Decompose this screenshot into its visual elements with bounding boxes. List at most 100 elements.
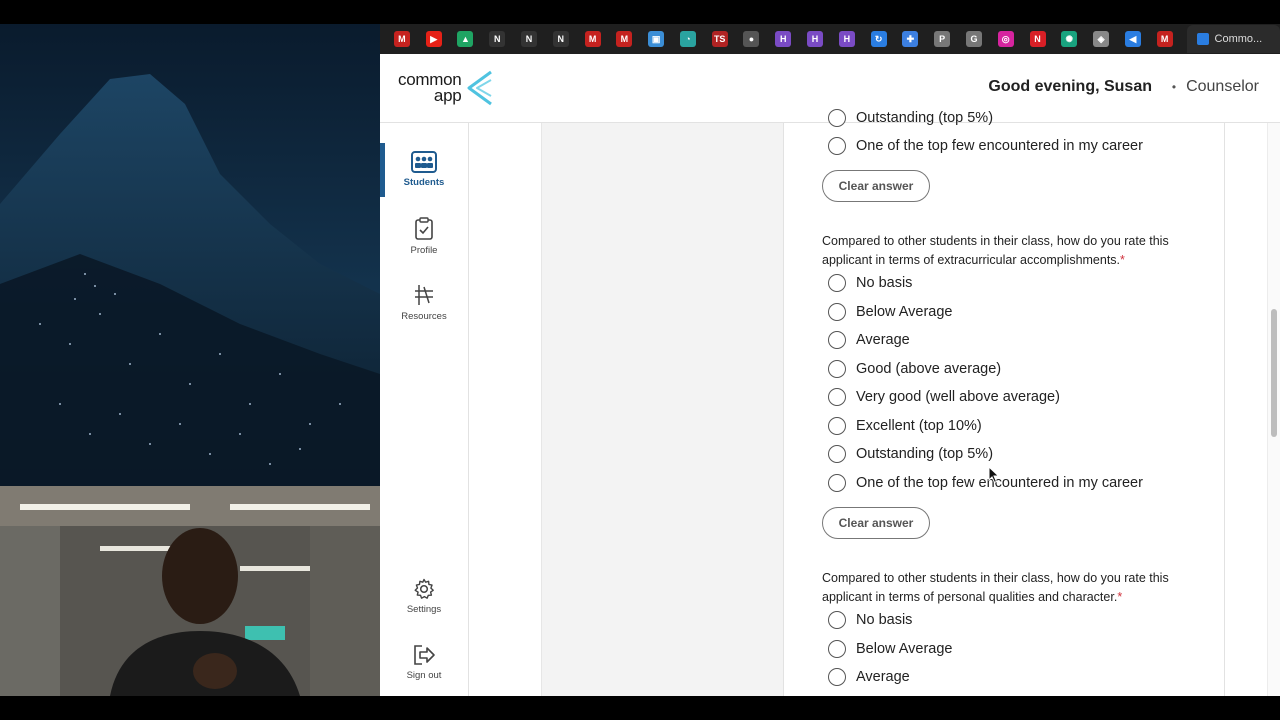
radio-button[interactable] xyxy=(828,359,846,378)
clear-answer-button[interactable]: Clear answer xyxy=(822,507,930,539)
bookmark-tab[interactable]: G xyxy=(958,24,990,54)
bookmark-tab[interactable]: ▶ xyxy=(418,24,450,54)
required-marker: * xyxy=(1120,253,1125,267)
radio-option[interactable]: One of the top few encountered in my car… xyxy=(828,473,1143,492)
app-icon: ◔ xyxy=(679,31,696,47)
bookmark-tab[interactable]: ✚ xyxy=(895,24,927,54)
netflix-icon: N xyxy=(1029,31,1046,47)
refresh-icon: ↻ xyxy=(870,31,887,47)
h-icon: H xyxy=(838,31,855,47)
option-label: Very good (well above average) xyxy=(856,389,1060,405)
bookmark-tab[interactable]: ✺ xyxy=(1053,24,1085,54)
notion-icon: N xyxy=(521,31,538,47)
bookmark-tab[interactable]: M xyxy=(386,24,418,54)
bookmark-tab[interactable]: ◀ xyxy=(1117,24,1149,54)
radio-option[interactable]: Average xyxy=(828,668,910,686)
radio-option[interactable]: Outstanding (top 5%) xyxy=(828,445,993,463)
bookmark-tab[interactable]: N xyxy=(545,24,577,54)
browser-window: M ▶ ▲ N N N M M ▣ ◔ TS ● H H H ↻ ✚ P G ◎ N ✺ ◈ ◀ M Commo... commo… xyxy=(380,24,1280,696)
bookmark-tab[interactable]: N xyxy=(513,24,545,54)
nav-profile[interactable]: Profile xyxy=(380,217,468,256)
logo-mark-icon xyxy=(467,70,493,106)
commonapp-icon: ◀ xyxy=(1124,31,1141,47)
radio-button[interactable] xyxy=(828,445,846,463)
drive-icon: ▲ xyxy=(457,31,474,47)
gmail-icon: M xyxy=(1156,31,1173,47)
radio-option[interactable]: Very good (well above average) xyxy=(828,388,1060,406)
nav-signout[interactable]: Sign out xyxy=(380,644,468,681)
resources-icon xyxy=(415,285,433,305)
bookmark-tab[interactable]: ◔ xyxy=(672,24,704,54)
nav-resources[interactable]: Resources xyxy=(380,283,468,322)
side-navigation: Students Profile Resources Settings Sign… xyxy=(380,123,469,696)
bookmark-tab[interactable]: ▲ xyxy=(450,24,482,54)
radio-option[interactable]: Below Average xyxy=(828,302,952,321)
instagram-icon: ◎ xyxy=(997,31,1014,47)
mouse-cursor-icon xyxy=(988,466,1000,484)
nav-settings-label: Settings xyxy=(406,604,442,615)
clear-answer-button[interactable]: Clear answer xyxy=(822,170,930,202)
radio-button[interactable] xyxy=(828,137,846,155)
ts-icon: TS xyxy=(711,31,728,47)
bookmark-tab[interactable]: H xyxy=(831,24,863,54)
question-personal-qualities: Compared to other students in their clas… xyxy=(822,569,1202,607)
bookmark-tab[interactable]: M xyxy=(608,24,640,54)
vertical-scrollbar[interactable] xyxy=(1267,123,1280,696)
nav-settings[interactable]: Settings xyxy=(380,578,468,615)
radio-option[interactable]: Average xyxy=(828,331,910,349)
bookmark-tab[interactable]: P xyxy=(926,24,958,54)
nav-students[interactable]: Students xyxy=(380,151,468,188)
screen: M ▶ ▲ N N N M M ▣ ◔ TS ● H H H ↻ ✚ P G ◎ N ✺ ◈ ◀ M Commo... commo… xyxy=(0,0,1280,720)
radio-option[interactable]: Excellent (top 10%) xyxy=(828,416,982,435)
radio-button[interactable] xyxy=(828,274,846,292)
h-icon: H xyxy=(807,31,824,47)
radio-button[interactable] xyxy=(828,109,846,127)
radio-option[interactable]: No basis xyxy=(828,611,912,629)
radio-option-top-few[interactable]: One of the top few encountered in my car… xyxy=(828,137,1143,155)
plus-icon: ✚ xyxy=(902,31,919,47)
option-label: Excellent (top 10%) xyxy=(856,417,982,434)
radio-button[interactable] xyxy=(828,639,846,658)
radio-button[interactable] xyxy=(828,302,846,321)
bookmark-tab[interactable]: ◎ xyxy=(990,24,1022,54)
bookmark-tab[interactable]: ↻ xyxy=(863,24,895,54)
question-text: Compared to other students in their clas… xyxy=(822,234,1169,267)
option-label: One of the top few encountered in my car… xyxy=(856,138,1143,154)
common-app-logo[interactable]: common app xyxy=(398,70,493,106)
bookmark-tab[interactable]: H xyxy=(799,24,831,54)
bookmark-tab[interactable]: N xyxy=(481,24,513,54)
scrollbar-thumb[interactable] xyxy=(1271,309,1277,437)
g-icon: G xyxy=(965,31,982,47)
option-label: No basis xyxy=(856,612,913,628)
radio-button[interactable] xyxy=(828,388,846,406)
main-content: Outstanding (top 5%) One of the top few … xyxy=(469,109,1280,696)
radio-option[interactable]: No basis xyxy=(828,274,912,292)
desktop-wallpaper xyxy=(0,24,380,486)
bookmark-tab[interactable]: ▣ xyxy=(640,24,672,54)
radio-button[interactable] xyxy=(828,331,846,349)
bookmark-tab[interactable]: M xyxy=(1149,24,1181,54)
bookmark-tab[interactable]: M xyxy=(577,24,609,54)
nav-signout-label: Sign out xyxy=(406,670,442,681)
radio-button[interactable] xyxy=(828,668,846,686)
radio-button[interactable] xyxy=(828,611,846,629)
radio-option[interactable]: Good (above average) xyxy=(828,359,1001,378)
bookmark-tab[interactable]: H xyxy=(767,24,799,54)
bookmark-tab[interactable]: ● xyxy=(736,24,768,54)
active-tab[interactable]: Commo... xyxy=(1186,25,1280,53)
bookmark-tab[interactable]: TS xyxy=(704,24,736,54)
radio-button[interactable] xyxy=(828,416,846,435)
radio-option[interactable]: Below Average xyxy=(828,639,952,658)
bookmark-tab[interactable]: N xyxy=(1022,24,1054,54)
chatgpt-icon: ✺ xyxy=(1061,31,1078,47)
h-icon: H xyxy=(775,31,792,47)
evaluation-form: Outstanding (top 5%) One of the top few … xyxy=(783,109,1225,696)
greeting-text: Good evening, Susan xyxy=(988,78,1152,95)
video-icon: ▣ xyxy=(648,31,665,47)
bookmark-tab[interactable]: ◈ xyxy=(1085,24,1117,54)
radio-option-partial[interactable]: Outstanding (top 5%) xyxy=(828,109,993,127)
option-label: Average xyxy=(856,332,910,348)
students-icon xyxy=(411,151,437,173)
radio-button[interactable] xyxy=(828,473,846,492)
option-label: Outstanding (top 5%) xyxy=(856,446,994,462)
